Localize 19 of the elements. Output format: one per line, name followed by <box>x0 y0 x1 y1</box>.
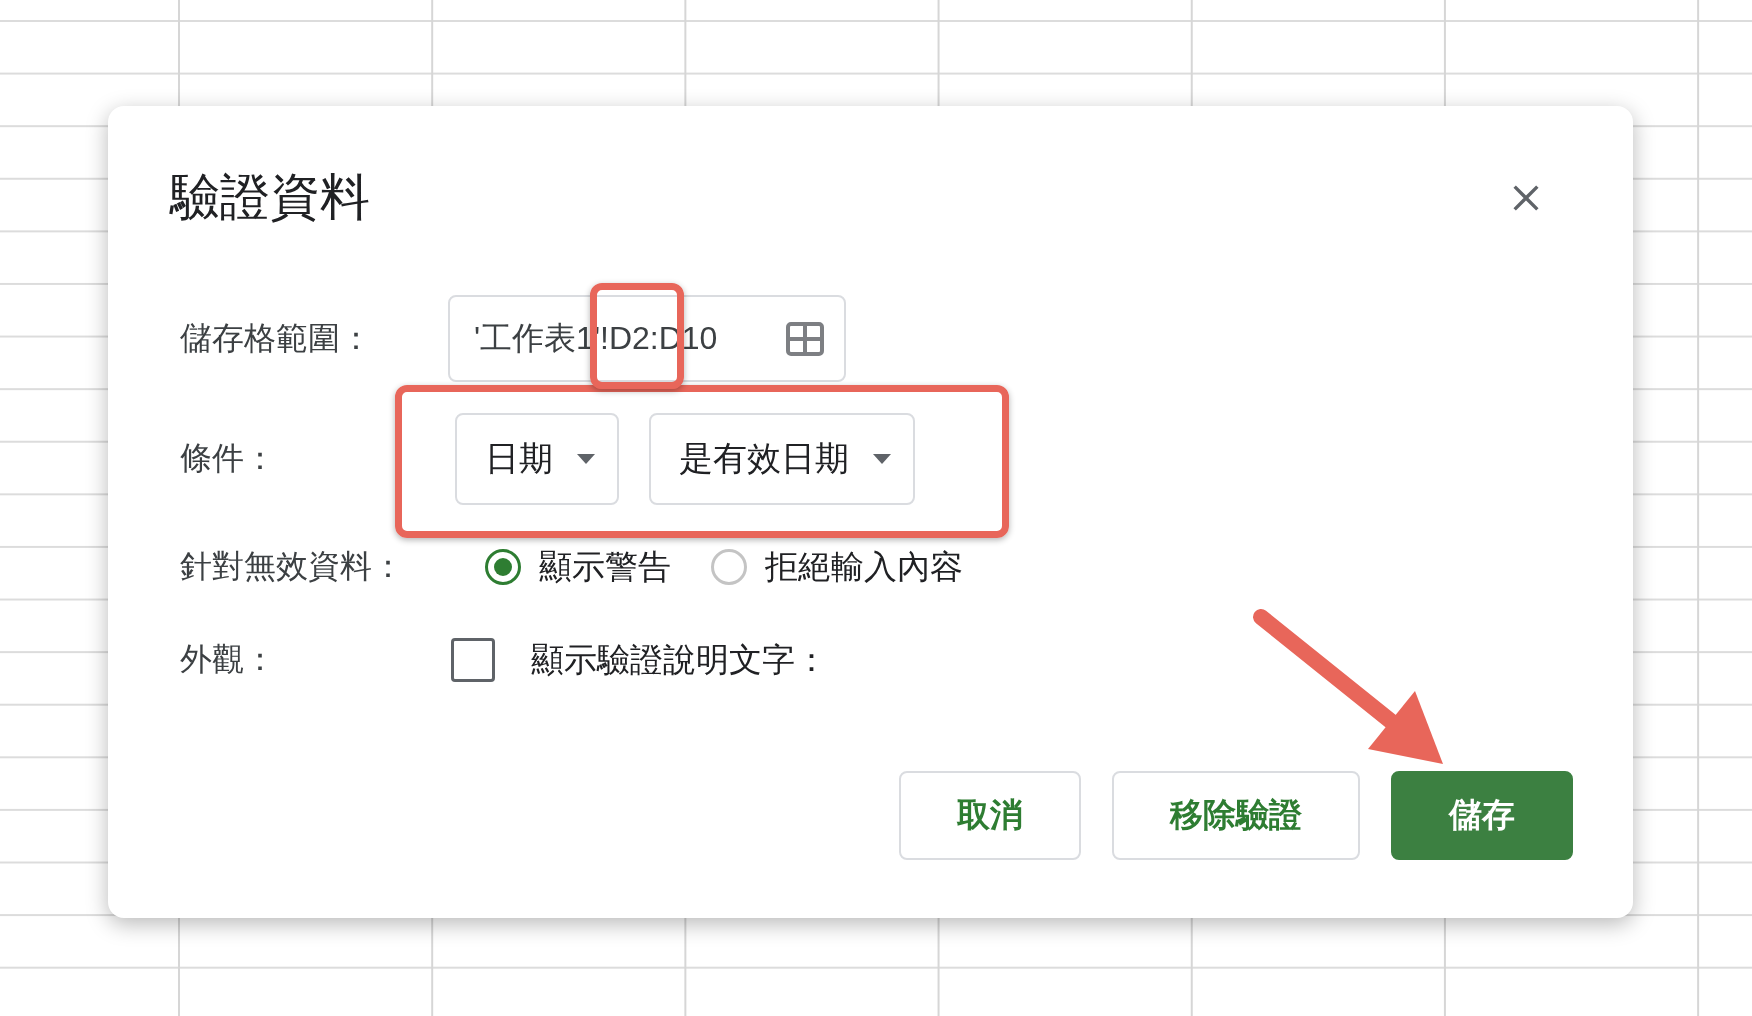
radio-button[interactable] <box>485 549 521 585</box>
field-label: 條件： <box>180 439 277 478</box>
radio-label: 顯示警告 <box>539 546 671 587</box>
radio-button[interactable] <box>711 549 747 585</box>
grid-icon[interactable] <box>786 321 824 356</box>
radio-label: 拒絕輸入內容 <box>765 546 963 587</box>
dialog-title: 驗證資料 <box>170 168 370 227</box>
caret-icon <box>873 454 891 464</box>
dropdown[interactable]: 日期 <box>455 413 619 505</box>
dropdown[interactable]: 是有效日期 <box>649 413 915 505</box>
field-label: 針對無效資料： <box>180 547 405 586</box>
dialog-button[interactable]: 取消 <box>899 771 1081 860</box>
dialog-button[interactable]: 移除驗證 <box>1112 771 1360 860</box>
caret-icon <box>577 454 595 464</box>
checkbox-label: 顯示驗證說明文字： <box>531 639 828 680</box>
field-label: 儲存格範圍： <box>180 318 373 358</box>
field-label: 外觀： <box>180 640 277 679</box>
save-button[interactable]: 儲存 <box>1391 771 1573 860</box>
checkbox[interactable] <box>451 638 495 682</box>
